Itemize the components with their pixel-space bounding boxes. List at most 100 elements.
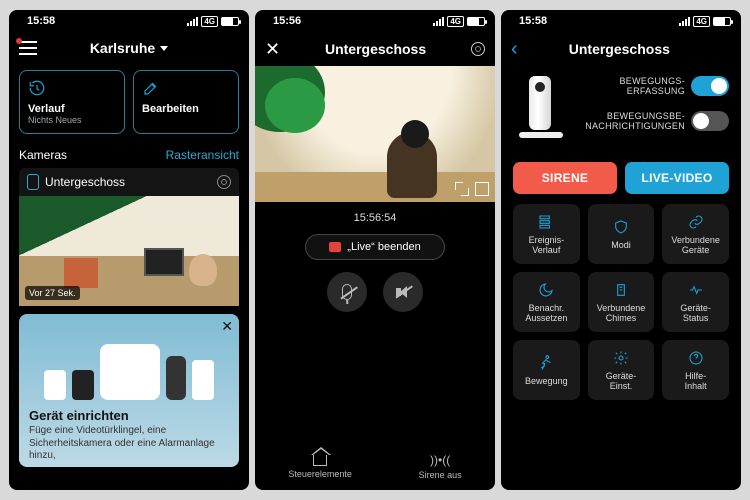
- siren-button[interactable]: SIRENE: [513, 162, 617, 194]
- question-icon: [688, 350, 704, 366]
- tile-linked-chimes[interactable]: Verbundene Chimes: [588, 272, 655, 332]
- nav-siren[interactable]: ))•(( Sirene aus: [419, 453, 462, 480]
- promo-title: Gerät einrichten: [29, 408, 229, 423]
- tile-event-history[interactable]: Ereignis- Verlauf: [513, 204, 580, 264]
- signal-icon: [187, 17, 198, 26]
- status-time: 15:58: [519, 15, 547, 27]
- shield-icon: [613, 219, 629, 235]
- screen-device-settings: 15:58 4G ‹ Untergeschoss BEWEGUNGS- ERFA…: [501, 10, 741, 490]
- tile-label: Ereignis- Verlauf: [529, 235, 565, 255]
- signal-icon: [433, 17, 444, 26]
- promo-text: Füge eine Videotürklingel, eine Sicherhe…: [29, 425, 229, 463]
- camera-name: Untergeschoss: [45, 175, 125, 189]
- tile-label: Benachr. Aussetzen: [525, 303, 567, 323]
- status-bar: 15:56 4G: [255, 10, 495, 32]
- mic-off-icon: [342, 284, 352, 300]
- notification-dot: [16, 38, 22, 44]
- motion-detection-label: BEWEGUNGS- ERFASSUNG: [577, 76, 685, 97]
- network-badge: 4G: [201, 16, 218, 27]
- battery-icon: [221, 17, 239, 26]
- speaker-off-icon: [396, 286, 410, 298]
- live-video-button[interactable]: LIVE-VIDEO: [625, 162, 729, 194]
- status-time: 15:58: [27, 15, 55, 27]
- promo-close-icon[interactable]: ✕: [221, 318, 233, 335]
- tile-modes[interactable]: Modi: [588, 204, 655, 264]
- menu-button[interactable]: [19, 41, 37, 55]
- grid-view-link[interactable]: Rasteransicht: [166, 148, 239, 162]
- tile-label: Bewegung: [525, 376, 568, 386]
- battery-icon: [713, 17, 731, 26]
- battery-icon: [467, 17, 485, 26]
- close-button[interactable]: ✕: [265, 39, 280, 60]
- tile-label: Geräte- Einst.: [606, 371, 637, 391]
- nav-controls-label: Steuerelemente: [288, 469, 352, 479]
- camera-preview[interactable]: Vor 27 Sek.: [19, 196, 239, 306]
- tile-label: Modi: [611, 240, 631, 250]
- tile-snooze-notif[interactable]: Benachr. Aussetzen: [513, 272, 580, 332]
- pip-icon[interactable]: [455, 182, 469, 196]
- status-bar: 15:58 4G: [9, 10, 249, 32]
- moon-icon: [538, 282, 554, 298]
- edit-icon: [142, 79, 230, 97]
- home-icon: [313, 454, 327, 466]
- link-icon: [688, 214, 704, 230]
- switch-off[interactable]: [691, 111, 729, 131]
- siren-icon: ))•((: [430, 453, 450, 467]
- screen-live-view: 15:56 4G ✕ Untergeschoss 15:56:54 „Live“…: [255, 10, 495, 490]
- network-badge: 4G: [693, 16, 710, 27]
- history-sub: Nichts Neues: [28, 115, 116, 125]
- stop-icon: [329, 242, 341, 252]
- settings-icon[interactable]: [471, 42, 485, 56]
- chime-icon: [613, 282, 629, 298]
- motion-notification-label: BEWEGUNGSBE- NACHRICHTIGUNGEN: [577, 111, 685, 132]
- live-title: Untergeschoss: [325, 41, 426, 57]
- tile-label: Geräte- Status: [680, 303, 711, 323]
- history-icon: [538, 214, 554, 230]
- location-selector[interactable]: Karlsruhe: [90, 40, 168, 56]
- end-live-button[interactable]: „Live“ beenden: [305, 234, 445, 260]
- history-label: Verlauf: [28, 103, 116, 115]
- tile-help[interactable]: Hilfe- Inhalt: [662, 340, 729, 400]
- motion-detection-toggle[interactable]: BEWEGUNGS- ERFASSUNG: [577, 76, 729, 97]
- screen-dashboard: 15:58 4G Karlsruhe Verlauf Nichts Neues: [9, 10, 249, 490]
- edit-label: Bearbeiten: [142, 103, 230, 115]
- camera-header[interactable]: Untergeschoss: [19, 168, 239, 196]
- device-title: Untergeschoss: [508, 41, 731, 57]
- status-bar: 15:58 4G: [501, 10, 741, 32]
- camera-settings-icon[interactable]: [217, 175, 231, 189]
- location-label: Karlsruhe: [90, 40, 155, 56]
- cameras-heading: Kameras: [19, 148, 67, 162]
- tile-label: Verbundene Chimes: [597, 303, 646, 323]
- switch-on[interactable]: [691, 76, 729, 96]
- tile-label: Verbundene Geräte: [671, 235, 720, 255]
- preview-timestamp: Vor 27 Sek.: [25, 286, 80, 300]
- gear-icon: [613, 350, 629, 366]
- bottom-nav: Steuerelemente ))•(( Sirene aus: [255, 446, 495, 486]
- nav-siren-label: Sirene aus: [419, 470, 462, 480]
- edit-tile[interactable]: Bearbeiten: [133, 70, 239, 134]
- chevron-down-icon: [160, 46, 168, 51]
- mute-speaker-button[interactable]: [383, 272, 423, 312]
- device-image: [513, 72, 569, 152]
- signal-icon: [679, 17, 690, 26]
- tile-device-status[interactable]: Geräte- Status: [662, 272, 729, 332]
- nav-controls[interactable]: Steuerelemente: [288, 454, 352, 479]
- tile-label: Hilfe- Inhalt: [685, 371, 707, 391]
- running-icon: [538, 355, 554, 371]
- mute-mic-button[interactable]: [327, 272, 367, 312]
- motion-notification-toggle[interactable]: BEWEGUNGSBE- NACHRICHTIGUNGEN: [577, 111, 729, 132]
- setup-promo-card[interactable]: ✕ Gerät einrichten Füge eine Videotürkli…: [19, 314, 239, 467]
- tile-device-settings[interactable]: Geräte- Einst.: [588, 340, 655, 400]
- live-timestamp: 15:56:54: [255, 212, 495, 224]
- heartbeat-icon: [688, 282, 704, 298]
- live-video-feed[interactable]: [255, 66, 495, 202]
- camera-icon: [27, 174, 39, 190]
- history-tile[interactable]: Verlauf Nichts Neues: [19, 70, 125, 134]
- network-badge: 4G: [447, 16, 464, 27]
- tile-motion[interactable]: Bewegung: [513, 340, 580, 400]
- fullscreen-icon[interactable]: [475, 182, 489, 196]
- promo-art: [29, 324, 229, 400]
- end-live-label: „Live“ beenden: [347, 241, 420, 253]
- tile-linked-devices[interactable]: Verbundene Geräte: [662, 204, 729, 264]
- history-icon: [28, 79, 116, 97]
